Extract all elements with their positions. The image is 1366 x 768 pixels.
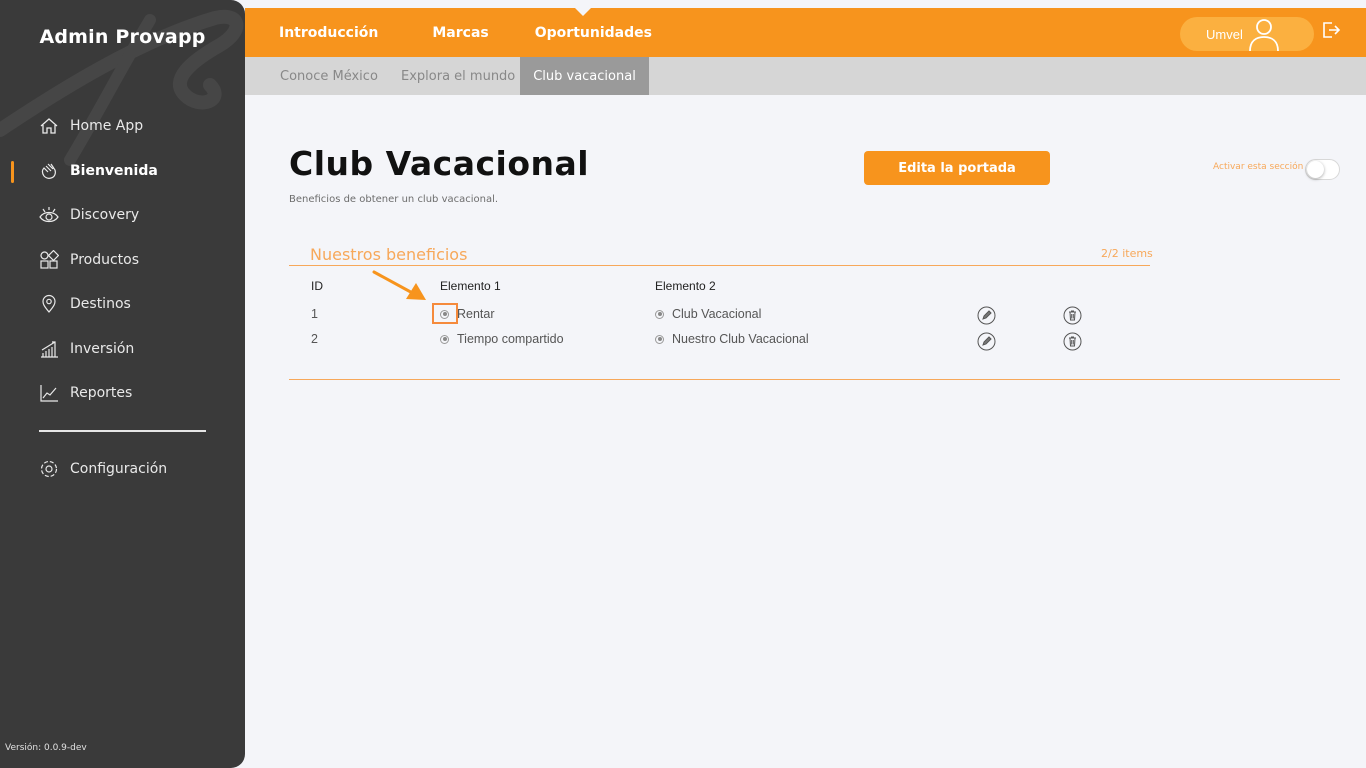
row-elemento-1-text: Tiempo compartido [457,332,564,346]
highlight-box [432,303,458,324]
sidebar-nav: Home App Bienvenida Discovery Productos … [0,104,245,416]
gear-icon [38,458,60,480]
waving-hand-icon [38,160,60,182]
top-tabs: Introducción Marcas Oportunidades [279,8,652,57]
radio-dot-icon[interactable] [440,334,449,344]
logout-icon[interactable] [1321,20,1341,40]
sidebar-item-productos[interactable]: Productos [0,238,245,283]
radio-dot-icon[interactable] [655,334,664,344]
section-bottom-divider [289,379,1340,380]
tab-oportunidades[interactable]: Oportunidades [535,25,652,41]
sidebar-item-label: Inversión [70,340,135,357]
subtab-club-vacacional[interactable]: Club vacacional [520,57,649,95]
app-version: Versión: 0.0.9-dev [5,743,87,753]
location-pin-icon [38,293,60,315]
row-id: 1 [311,307,318,321]
radio-dot-icon[interactable] [655,309,664,319]
column-header-elemento-1: Elemento 1 [440,279,501,293]
sidebar-item-configuracion[interactable]: Configuración [0,447,245,492]
sidebar-config-group: Configuración [0,447,245,492]
tab-introduccion[interactable]: Introducción [279,25,378,41]
sidebar-item-bienvenida[interactable]: Bienvenida [0,149,245,194]
row-id: 2 [311,332,318,346]
subtab-explora-el-mundo[interactable]: Explora el mundo [401,57,515,95]
sidebar-item-label: Configuración [70,461,168,478]
page-title: Club Vacacional [289,144,590,183]
activate-section-label: Activar esta sección [1213,162,1304,172]
row-elemento-1-text: Rentar [457,307,495,321]
row-elemento-2-text: Club Vacacional [672,307,762,321]
sidebar: Admin Provapp Home App Bienvenida Discov… [0,0,245,768]
sidebar-item-destinos[interactable]: Destinos [0,282,245,327]
row-elemento-1: Tiempo compartido [440,332,564,346]
bar-growth-icon [38,338,60,360]
sidebar-item-label: Destinos [70,296,131,313]
pointer-arrow-icon [372,270,426,300]
row-elemento-2: Club Vacacional [655,307,761,321]
top-navbar: Introducción Marcas Oportunidades Umvel [245,8,1366,57]
row-elemento-2: Nuestro Club Vacacional [655,332,809,346]
toggle-knob [1307,161,1324,178]
activate-section-toggle[interactable] [1305,159,1340,180]
user-menu[interactable]: Umvel [1180,17,1314,51]
column-header-elemento-2: Elemento 2 [655,279,716,293]
edit-pencil-icon[interactable] [977,306,996,325]
sidebar-item-inversion[interactable]: Inversión [0,327,245,372]
sidebar-item-label: Home App [70,118,144,135]
sidebar-item-label: Discovery [70,207,140,224]
section-title: Nuestros beneficios [310,245,468,264]
user-name: Umvel [1206,26,1243,42]
sidebar-item-label: Reportes [70,385,133,402]
edit-cover-button[interactable]: Edita la portada [864,151,1050,185]
subtab-conoce-mexico[interactable]: Conoce México [280,57,378,95]
tab-marcas[interactable]: Marcas [432,25,488,41]
eye-icon [38,204,60,226]
line-chart-icon [38,382,60,404]
sidebar-item-label: Bienvenida [70,162,158,179]
grid-shapes-icon [38,249,60,271]
row-elemento-2-text: Nuestro Club Vacacional [672,332,809,346]
column-header-id: ID [311,279,323,293]
page-subtitle: Beneficios de obtener un club vacacional… [289,194,499,205]
sidebar-item-discovery[interactable]: Discovery [0,193,245,238]
section-divider [289,265,1150,266]
trash-icon[interactable] [1063,306,1082,325]
sidebar-item-home-app[interactable]: Home App [0,104,245,149]
app-brand: Admin Provapp [39,26,206,48]
sub-navbar: Conoce México Explora el mundo Club vaca… [245,57,1366,95]
sidebar-divider [39,430,206,432]
edit-pencil-icon[interactable] [977,332,996,351]
home-icon [38,115,60,137]
user-avatar-icon [1249,19,1279,51]
sidebar-item-reportes[interactable]: Reportes [0,371,245,416]
trash-icon[interactable] [1063,332,1082,351]
sidebar-item-label: Productos [70,251,140,268]
section-item-count: 2/2 items [1101,247,1153,260]
